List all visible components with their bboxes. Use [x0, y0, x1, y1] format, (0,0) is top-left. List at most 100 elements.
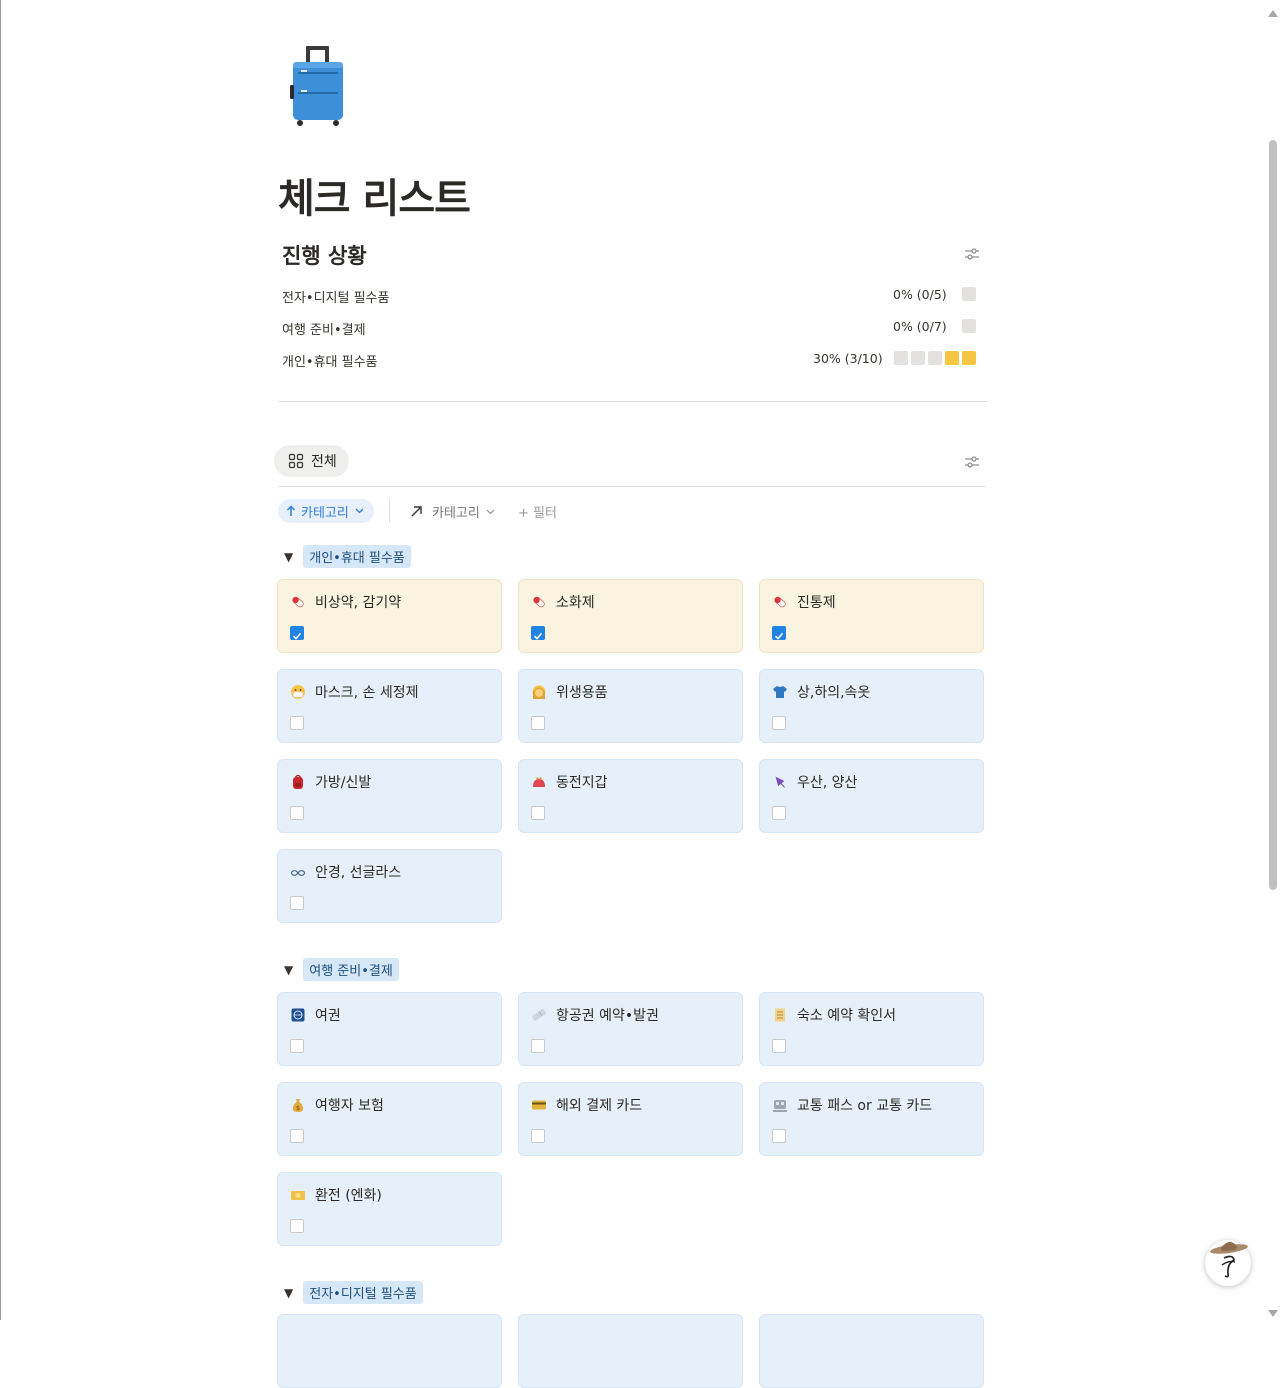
chevron-down-icon — [486, 509, 495, 514]
card-checkbox[interactable] — [531, 716, 545, 730]
card-title: 안경, 선글라스 — [315, 865, 402, 881]
group-tag: 전자•디지털 필수품 — [303, 1281, 423, 1304]
view-tab-label: 전체 — [311, 454, 337, 470]
card-checkbox[interactable] — [290, 806, 304, 820]
group-header[interactable]: ▼ 전자•디지털 필수품 — [284, 1281, 423, 1304]
money-bag-icon: $ — [292, 1099, 304, 1112]
ticket-icon — [531, 1008, 547, 1022]
page-scrollbar[interactable] — [1266, 0, 1280, 1320]
scroll-up-icon[interactable] — [1268, 10, 1278, 17]
card-checkbox[interactable] — [772, 1129, 786, 1143]
progress-segment — [962, 287, 976, 301]
help-avatar-button[interactable] — [1205, 1240, 1251, 1286]
progress-segment — [911, 351, 925, 365]
group-header[interactable]: ▼ 여행 준비•결제 — [284, 958, 399, 981]
view-tab-all[interactable]: 전체 — [274, 445, 349, 477]
checklist-card[interactable] — [277, 1314, 502, 1388]
cowboy-avatar-icon — [1210, 1241, 1248, 1278]
progress-segment — [945, 351, 959, 365]
credit-card-icon — [532, 1100, 546, 1110]
progress-row: 전자•디지털 필수품 0% (0/5) — [282, 287, 982, 307]
checklist-card[interactable]: 안경, 선글라스 — [277, 849, 502, 923]
luggage-icon[interactable] — [289, 45, 347, 127]
card-title: 상,하의,속옷 — [797, 685, 871, 701]
checklist-card[interactable]: 환전 (엔화) — [277, 1172, 502, 1246]
card-checkbox[interactable] — [290, 626, 304, 640]
progress-segment — [962, 351, 976, 365]
scroll-down-icon[interactable] — [1268, 1310, 1278, 1317]
umbrella-icon — [775, 776, 785, 788]
card-title: 진통제 — [797, 595, 836, 611]
card-checkbox[interactable] — [531, 1039, 545, 1053]
progress-label: 개인•휴대 필수품 — [282, 355, 378, 370]
checkmark-icon — [533, 632, 543, 640]
group-chip[interactable]: 카테고리 — [410, 502, 495, 521]
progress-label: 전자•디지털 필수품 — [282, 291, 390, 306]
passport-icon — [291, 1008, 305, 1022]
checklist-card[interactable]: 숙소 예약 확인서 — [759, 992, 984, 1066]
checklist-card[interactable]: 해외 결제 카드 — [518, 1082, 743, 1156]
checklist-card[interactable]: 상,하의,속옷 — [759, 669, 984, 743]
collapse-toggle-icon[interactable]: ▼ — [284, 550, 293, 564]
scroll-thumb[interactable] — [1269, 140, 1277, 890]
card-title: 여행자 보험 — [315, 1098, 384, 1114]
progress-row: 여행 준비•결제 0% (0/7) — [282, 319, 982, 339]
checklist-card[interactable]: 마스크, 손 세정제 — [277, 669, 502, 743]
card-checkbox[interactable] — [531, 626, 545, 640]
card-checkbox[interactable] — [290, 1219, 304, 1233]
checklist-card[interactable]: 여권 — [277, 992, 502, 1066]
card-checkbox[interactable] — [531, 806, 545, 820]
card-title: 여권 — [315, 1008, 341, 1024]
checklist-card[interactable]: 소화제 — [518, 579, 743, 653]
card-title: 동전지갑 — [556, 775, 608, 791]
card-title: 해외 결제 카드 — [556, 1098, 643, 1114]
card-checkbox[interactable] — [772, 626, 786, 640]
add-filter-button[interactable]: + 필터 — [518, 502, 557, 521]
card-checkbox[interactable] — [290, 716, 304, 730]
card-checkbox[interactable] — [772, 716, 786, 730]
train-icon — [773, 1100, 787, 1112]
checklist-card[interactable]: $ 여행자 보험 — [277, 1082, 502, 1156]
backpack-icon — [293, 774, 303, 789]
collapse-toggle-icon[interactable]: ▼ — [284, 963, 293, 977]
pill-icon — [533, 596, 545, 608]
section-divider — [278, 401, 988, 402]
checklist-card[interactable]: 가방/신발 — [277, 759, 502, 833]
progress-percent: 30% (3/10) — [813, 351, 883, 366]
chip-separator — [389, 498, 390, 523]
card-title: 교통 패스 or 교통 카드 — [797, 1098, 933, 1114]
chart-settings-icon[interactable] — [964, 247, 980, 261]
collapse-toggle-icon[interactable]: ▼ — [284, 1286, 293, 1300]
card-checkbox[interactable] — [290, 1129, 304, 1143]
card-checkbox[interactable] — [290, 896, 304, 910]
progress-segment — [962, 319, 976, 333]
checklist-card[interactable]: 비상약, 감기약 — [277, 579, 502, 653]
progress-bar — [962, 319, 976, 333]
card-title: 마스크, 손 세정제 — [315, 685, 419, 701]
checklist-card[interactable]: 위생용품 — [518, 669, 743, 743]
checklist-card[interactable]: 항공권 예약•발권 — [518, 992, 743, 1066]
card-checkbox[interactable] — [772, 1039, 786, 1053]
checklist-card[interactable] — [759, 1314, 984, 1388]
checklist-card[interactable]: 동전지갑 — [518, 759, 743, 833]
card-checkbox[interactable] — [290, 1039, 304, 1053]
card-checkbox[interactable] — [772, 806, 786, 820]
checklist-card[interactable]: 진통제 — [759, 579, 984, 653]
card-title: 항공권 예약•발권 — [556, 1008, 659, 1024]
purse-icon — [533, 777, 545, 787]
card-checkbox[interactable] — [531, 1129, 545, 1143]
checklist-card[interactable] — [518, 1314, 743, 1388]
card-title: 위생용품 — [556, 685, 608, 701]
svg-text:$: $ — [296, 1105, 300, 1112]
pill-icon — [292, 596, 304, 608]
progress-percent: 0% (0/7) — [893, 319, 947, 334]
card-title: 숙소 예약 확인서 — [797, 1008, 897, 1024]
progress-heading: 진행 상황 — [282, 244, 367, 268]
group-header[interactable]: ▼ 개인•휴대 필수품 — [284, 545, 411, 568]
view-settings-icon[interactable] — [964, 455, 980, 469]
sort-chip[interactable]: 카테고리 — [278, 499, 374, 523]
glasses-icon — [290, 870, 306, 876]
checklist-card[interactable]: 교통 패스 or 교통 카드 — [759, 1082, 984, 1156]
progress-bar — [962, 287, 976, 301]
checklist-card[interactable]: 우산, 양산 — [759, 759, 984, 833]
